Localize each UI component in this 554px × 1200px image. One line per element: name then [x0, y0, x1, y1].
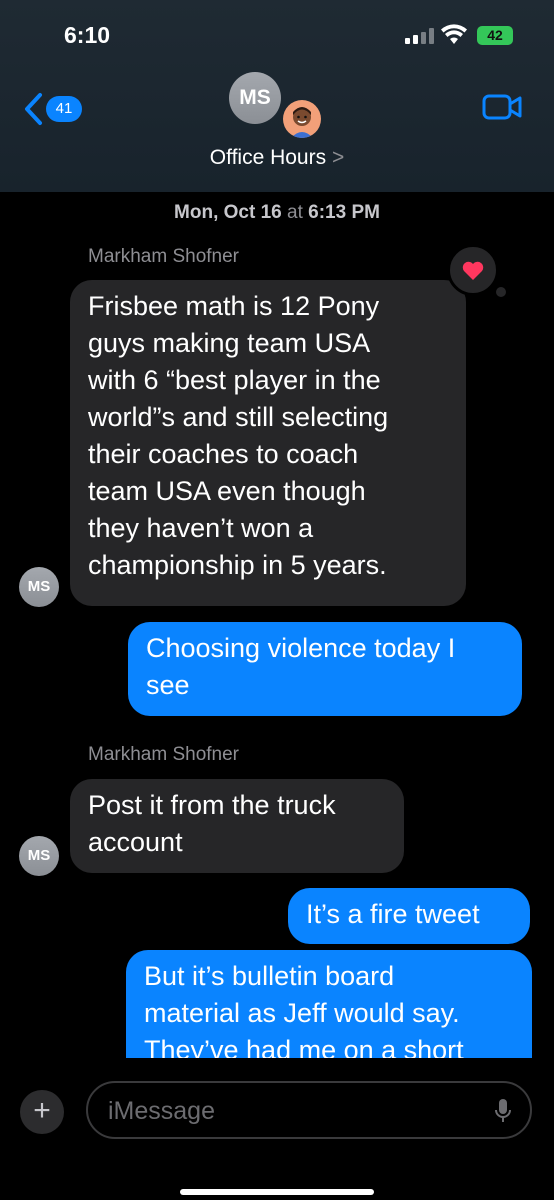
video-call-icon[interactable] [482, 94, 522, 120]
timestamp-day: Mon, Oct 16 [174, 202, 282, 223]
incoming-message[interactable]: Frisbee math is 12 Pony guys making team… [70, 280, 466, 606]
outgoing-message[interactable]: It’s a fire tweet [288, 888, 530, 944]
chevron-right-icon: > [331, 146, 345, 169]
timestamp-at: at [281, 202, 309, 223]
apps-plus-button[interactable]: + [20, 1090, 64, 1134]
sender-name: Markham Shofner [88, 246, 240, 267]
unread-count-badge: 41 [46, 96, 82, 122]
conversation-header: 6:10 42 41 MS Office Hours > [0, 0, 554, 192]
microphone-icon[interactable] [493, 1097, 513, 1125]
message-composer: + [0, 1058, 554, 1200]
battery-level: 42 [487, 27, 503, 43]
incoming-message[interactable]: Post it from the truck account [70, 779, 404, 873]
memoji-avatar[interactable] [283, 100, 321, 138]
chevron-left-icon [25, 93, 42, 125]
heart-icon [462, 261, 484, 280]
wifi-icon [441, 24, 467, 44]
chat-title[interactable]: Office Hours > [0, 146, 554, 170]
outgoing-message[interactable]: Choosing violence today I see [128, 622, 522, 716]
sender-avatar[interactable]: MS [19, 567, 59, 607]
timestamp-time: 6:13 PM [308, 202, 380, 223]
message-input[interactable] [108, 1095, 468, 1127]
status-time: 6:10 [64, 22, 111, 48]
sender-avatar[interactable]: MS [19, 836, 59, 876]
reaction-tail [496, 287, 506, 297]
tapback-reaction[interactable] [447, 244, 506, 297]
home-indicator[interactable] [180, 1189, 374, 1195]
cellular-signal-icon [405, 28, 435, 44]
message-input-wrapper [86, 1081, 532, 1139]
chat-title-text: Office Hours [209, 146, 327, 169]
battery-indicator: 42 [477, 26, 513, 45]
back-button[interactable]: 41 [22, 92, 92, 126]
group-avatar[interactable]: MS [229, 72, 281, 124]
sender-name: Markham Shofner [88, 744, 240, 765]
message-timestamp: Mon, Oct 16 at 6:13 PM [0, 202, 554, 224]
